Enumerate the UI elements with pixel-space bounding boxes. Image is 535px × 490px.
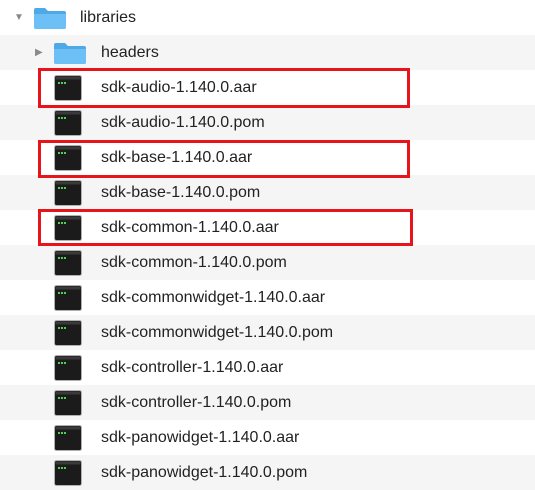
terminal-file-icon <box>54 285 82 311</box>
file-row[interactable]: sdk-controller-1.140.0.pom <box>0 385 535 420</box>
file-name: sdk-base-1.140.0.aar <box>101 149 253 166</box>
folder-name-libraries: libraries <box>80 9 137 26</box>
terminal-file-icon <box>54 320 82 346</box>
file-name: sdk-controller-1.140.0.aar <box>101 359 284 376</box>
file-name: sdk-controller-1.140.0.pom <box>101 394 292 411</box>
file-row[interactable]: sdk-base-1.140.0.aar <box>0 140 535 175</box>
file-row[interactable]: sdk-audio-1.140.0.aar <box>0 70 535 105</box>
terminal-file-icon <box>54 180 82 206</box>
terminal-file-icon <box>54 75 82 101</box>
tree-row-libraries[interactable]: ▼ libraries <box>0 0 535 35</box>
terminal-file-icon <box>54 355 82 381</box>
terminal-file-icon <box>54 390 82 416</box>
file-name: sdk-commonwidget-1.140.0.pom <box>101 324 334 341</box>
terminal-file-icon <box>54 145 82 171</box>
terminal-file-icon <box>54 460 82 486</box>
file-tree-list: ▼ libraries ▶ headers sdk-audio-1.140.0.… <box>0 0 535 490</box>
chevron-right-icon[interactable]: ▶ <box>35 35 43 70</box>
folder-name-headers: headers <box>101 44 159 61</box>
file-name: sdk-audio-1.140.0.pom <box>101 114 265 131</box>
folder-icon <box>54 43 86 64</box>
tree-row-headers[interactable]: ▶ headers <box>0 35 535 70</box>
file-name: sdk-common-1.140.0.aar <box>101 219 279 236</box>
file-name: sdk-commonwidget-1.140.0.aar <box>101 289 326 306</box>
file-row[interactable]: sdk-panowidget-1.140.0.pom <box>0 455 535 490</box>
file-row[interactable]: sdk-commonwidget-1.140.0.pom <box>0 315 535 350</box>
file-name: sdk-common-1.140.0.pom <box>101 254 287 271</box>
folder-icon <box>34 8 66 29</box>
terminal-file-icon <box>54 425 82 451</box>
terminal-file-icon <box>54 250 82 276</box>
file-name: sdk-audio-1.140.0.aar <box>101 79 257 96</box>
file-name: sdk-base-1.140.0.pom <box>101 184 261 201</box>
file-row[interactable]: sdk-common-1.140.0.aar <box>0 210 535 245</box>
terminal-file-icon <box>54 110 82 136</box>
file-row[interactable]: sdk-commonwidget-1.140.0.aar <box>0 280 535 315</box>
chevron-down-icon[interactable]: ▼ <box>14 0 24 35</box>
file-name: sdk-panowidget-1.140.0.aar <box>101 429 300 446</box>
file-row[interactable]: sdk-panowidget-1.140.0.aar <box>0 420 535 455</box>
file-row[interactable]: sdk-common-1.140.0.pom <box>0 245 535 280</box>
terminal-file-icon <box>54 215 82 241</box>
file-row[interactable]: sdk-audio-1.140.0.pom <box>0 105 535 140</box>
file-row[interactable]: sdk-base-1.140.0.pom <box>0 175 535 210</box>
file-name: sdk-panowidget-1.140.0.pom <box>101 464 308 481</box>
file-row[interactable]: sdk-controller-1.140.0.aar <box>0 350 535 385</box>
